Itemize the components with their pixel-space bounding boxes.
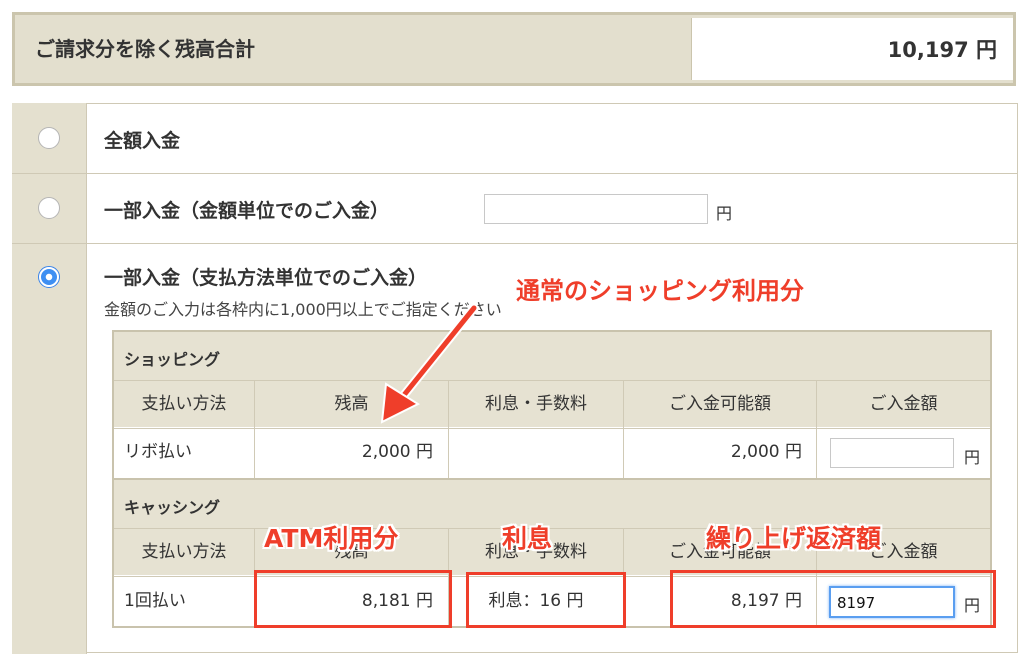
annotation-shopping-usage: 通常のショッピング利用分: [516, 277, 804, 305]
partial-amount-input[interactable]: [484, 194, 708, 224]
annotation-interest: 利息: [502, 524, 553, 553]
highlight-interest: [466, 572, 626, 628]
col-header-method: 支払い方法: [114, 529, 254, 575]
option-full-payment-label: 全額入金: [104, 130, 181, 152]
table-line: [114, 428, 990, 429]
yen-unit: 円: [964, 448, 981, 467]
shopping-available: 2,000 円: [730, 442, 802, 462]
shopping-amount-input[interactable]: [830, 438, 954, 468]
option-partial-amount-label: 一部入金（金額単位でのご入金）: [104, 200, 390, 222]
yen-unit: 円: [716, 204, 733, 223]
table-line: [623, 381, 624, 478]
annotation-arrow-icon: [380, 303, 479, 424]
col-header-input: ご入金額: [817, 381, 990, 427]
balance-summary: ご請求分を除く残高合計 10,197 円: [12, 12, 1016, 86]
shopping-section-header: [114, 332, 990, 380]
col-header-method: 支払い方法: [114, 381, 254, 427]
highlight-atm-balance: [254, 570, 452, 628]
col-header-available: ご入金可能額: [624, 381, 816, 427]
radio-column: [12, 103, 87, 654]
shopping-method: リボ払い: [124, 442, 192, 462]
summary-label: ご請求分を除く残高合計: [35, 37, 255, 61]
cashing-method: 1回払い: [124, 591, 186, 611]
shopping-title: ショッピング: [124, 350, 221, 369]
option-partial-method-label: 一部入金（支払方法単位でのご入金）: [104, 267, 428, 289]
row-divider: [12, 173, 1018, 174]
shopping-balance: 2,000 円: [361, 442, 433, 462]
annotation-atm-usage: ATM利用分: [264, 524, 399, 553]
cashing-title: キャッシング: [124, 498, 221, 517]
summary-value: 10,197 円: [887, 38, 997, 62]
radio-partial-amount[interactable]: [38, 197, 60, 219]
table-line: [254, 381, 255, 478]
summary-value-box: 10,197 円: [691, 18, 1013, 80]
radio-partial-method[interactable]: [38, 266, 60, 288]
radio-full-payment[interactable]: [38, 127, 60, 149]
row-divider: [12, 243, 1018, 244]
annotation-prepayment: 繰り上げ返済額: [706, 524, 882, 553]
highlight-prepayment: [670, 570, 996, 628]
table-line: [816, 381, 817, 478]
